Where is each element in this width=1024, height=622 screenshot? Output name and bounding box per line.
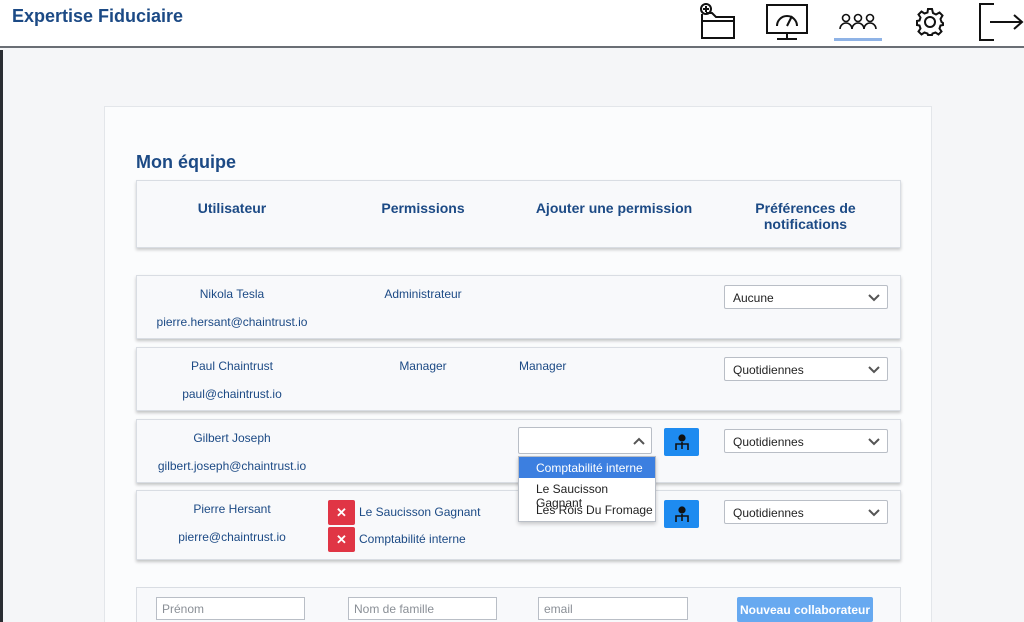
folder-add-icon[interactable] (694, 0, 738, 44)
notification-select[interactable]: Quotidiennes (724, 429, 888, 453)
chevron-up-icon (633, 437, 645, 445)
add-permission-button[interactable] (664, 500, 699, 528)
added-permission: Manager (519, 359, 567, 373)
table-row: Nikola Tesla pierre.hersant@chaintrust.i… (136, 275, 901, 339)
header-notifications-line1: Préférences de (755, 200, 856, 216)
chevron-down-icon (868, 366, 880, 374)
notification-value: Quotidiennes (733, 506, 804, 520)
notification-select[interactable]: Aucune (724, 285, 888, 309)
header-permissions: Permissions (381, 200, 465, 216)
active-nav-indicator (834, 38, 882, 41)
lastname-input[interactable] (348, 597, 497, 620)
user-add-icon (674, 434, 689, 450)
remove-permission-button[interactable]: ✕ (328, 500, 355, 525)
dashboard-monitor-icon[interactable] (765, 0, 809, 44)
header-add-permission: Ajouter une permission (535, 200, 693, 216)
user-name: Nikola Tesla (199, 287, 265, 301)
permission-chip-label: Le Saucisson Gagnant (359, 505, 481, 519)
user-email: gilbert.joseph@chaintrust.io (157, 459, 307, 473)
new-collaborator-button[interactable]: Nouveau collaborateur (737, 597, 873, 622)
permission-option[interactable]: Le Saucisson Gagnant (519, 478, 655, 510)
header-user: Utilisateur (197, 200, 267, 216)
user-permission: Manager (399, 359, 447, 373)
user-email: pierre@chaintrust.io (178, 530, 286, 544)
notification-value: Aucune (733, 291, 774, 305)
email-input[interactable] (538, 597, 688, 620)
user-name: Paul Chaintrust (190, 359, 274, 373)
permission-chip-label: Comptabilité interne (359, 532, 466, 546)
add-permission-select[interactable] (518, 427, 652, 454)
add-permission-button[interactable] (664, 428, 699, 456)
header-notifications-line2: notifications (763, 216, 848, 232)
user-permission: Administrateur (384, 287, 462, 301)
header-notifications: Préférences de notifications (709, 200, 902, 232)
brand-title: Expertise Fiduciaire (12, 6, 184, 26)
logout-icon[interactable] (978, 0, 1024, 44)
user-email: paul@chaintrust.io (182, 387, 282, 401)
page-title: Mon équipe (136, 152, 236, 172)
permission-options-list: Comptabilité interne Le Saucisson Gagnan… (518, 456, 656, 522)
gear-icon[interactable] (908, 0, 952, 44)
user-email: pierre.hersant@chaintrust.io (156, 315, 308, 329)
chevron-down-icon (868, 438, 880, 446)
permission-option[interactable]: Les Rois Du Fromage (519, 499, 655, 520)
chevron-down-icon (868, 509, 880, 517)
notification-select[interactable]: Quotidiennes (724, 500, 888, 524)
notification-value: Quotidiennes (733, 435, 804, 449)
chevron-down-icon (868, 294, 880, 302)
permission-option[interactable]: Comptabilité interne (519, 457, 655, 478)
window-edge (0, 50, 3, 622)
notification-select[interactable]: Quotidiennes (724, 357, 888, 381)
user-add-icon (674, 506, 689, 522)
table-header: Utilisateur Permissions Ajouter une perm… (136, 180, 901, 248)
user-name: Gilbert Joseph (193, 431, 271, 445)
remove-permission-button[interactable]: ✕ (328, 527, 355, 552)
top-header: Expertise Fiduciaire (0, 0, 1024, 48)
table-row: Paul Chaintrust paul@chaintrust.io Manag… (136, 347, 901, 411)
user-name: Pierre Hersant (193, 502, 271, 516)
firstname-input[interactable] (156, 597, 305, 620)
notification-value: Quotidiennes (733, 363, 804, 377)
